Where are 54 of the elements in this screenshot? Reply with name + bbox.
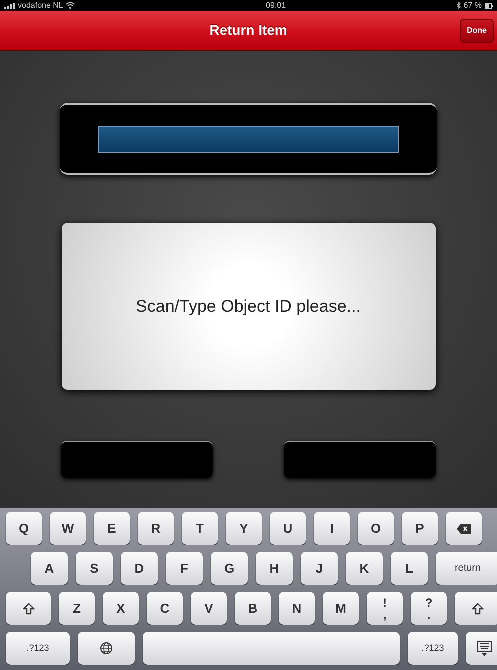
keyboard-key[interactable]: return [436, 552, 497, 585]
keyboard-key[interactable]: .?123 [6, 632, 70, 665]
globe-icon [100, 642, 113, 655]
keyboard-key[interactable] [6, 592, 51, 625]
keyboard-key[interactable]: J [301, 552, 338, 585]
instruction-text: Scan/Type Object ID please... [136, 296, 361, 318]
keyboard-key[interactable]: Z [59, 592, 95, 625]
keyboard-key[interactable]: Y [226, 512, 262, 545]
battery-icon [484, 2, 493, 8]
keyboard-key[interactable]: V [191, 592, 227, 625]
clock-time: 09:01 [266, 2, 286, 10]
keyboard-key[interactable]: P [402, 512, 438, 545]
shift-icon [22, 602, 34, 614]
keyboard-key[interactable]: D [121, 552, 158, 585]
screen-title: Return Item [210, 21, 288, 40]
action-button[interactable] [61, 441, 213, 478]
keyboard-key[interactable]: N [279, 592, 315, 625]
keyboard-key[interactable] [455, 592, 497, 625]
done-button[interactable]: Done [460, 19, 494, 43]
keyboard-key[interactable]: S [76, 552, 113, 585]
keyboard-key[interactable]: W [50, 512, 86, 545]
wifi-icon [66, 2, 76, 9]
keyboard-key[interactable]: H [256, 552, 293, 585]
object-id-field[interactable] [98, 126, 399, 152]
shift-icon [472, 602, 484, 614]
keyboard-key[interactable]: O [358, 512, 394, 545]
keyboard-key[interactable]: E [94, 512, 130, 545]
keyboard-key[interactable]: A [31, 552, 68, 585]
action-button[interactable] [284, 441, 436, 478]
keyboard-key[interactable]: R [138, 512, 174, 545]
keyboard-key[interactable]: .?123 [408, 632, 458, 665]
keyboard-key[interactable]: X [103, 592, 139, 625]
keyboard-key[interactable]: K [346, 552, 383, 585]
keyboard-key[interactable]: C [147, 592, 183, 625]
hide-keyboard-icon [476, 640, 492, 656]
keyboard-key[interactable]: T [182, 512, 218, 545]
keyboard-key[interactable] [466, 632, 497, 665]
signal-icon [4, 2, 15, 8]
backspace-icon [457, 524, 471, 534]
keyboard-key[interactable] [446, 512, 482, 545]
keyboard-key[interactable]: G [211, 552, 248, 585]
keyboard-key[interactable]: M [323, 592, 359, 625]
keyboard-key[interactable]: ? . [411, 592, 447, 625]
keyboard-key[interactable]: Q [6, 512, 42, 545]
keyboard-key[interactable]: I [314, 512, 350, 545]
keyboard-key[interactable]: ! , [367, 592, 403, 625]
keyboard-key[interactable]: L [391, 552, 428, 585]
keyboard-key[interactable]: B [235, 592, 271, 625]
keyboard-key[interactable]: F [166, 552, 203, 585]
battery-percent: 67 % [464, 2, 482, 10]
keyboard-key[interactable]: U [270, 512, 306, 545]
bluetooth-icon [456, 2, 461, 9]
carrier-name: vodafone NL [18, 2, 64, 10]
keyboard-key[interactable] [78, 632, 135, 665]
